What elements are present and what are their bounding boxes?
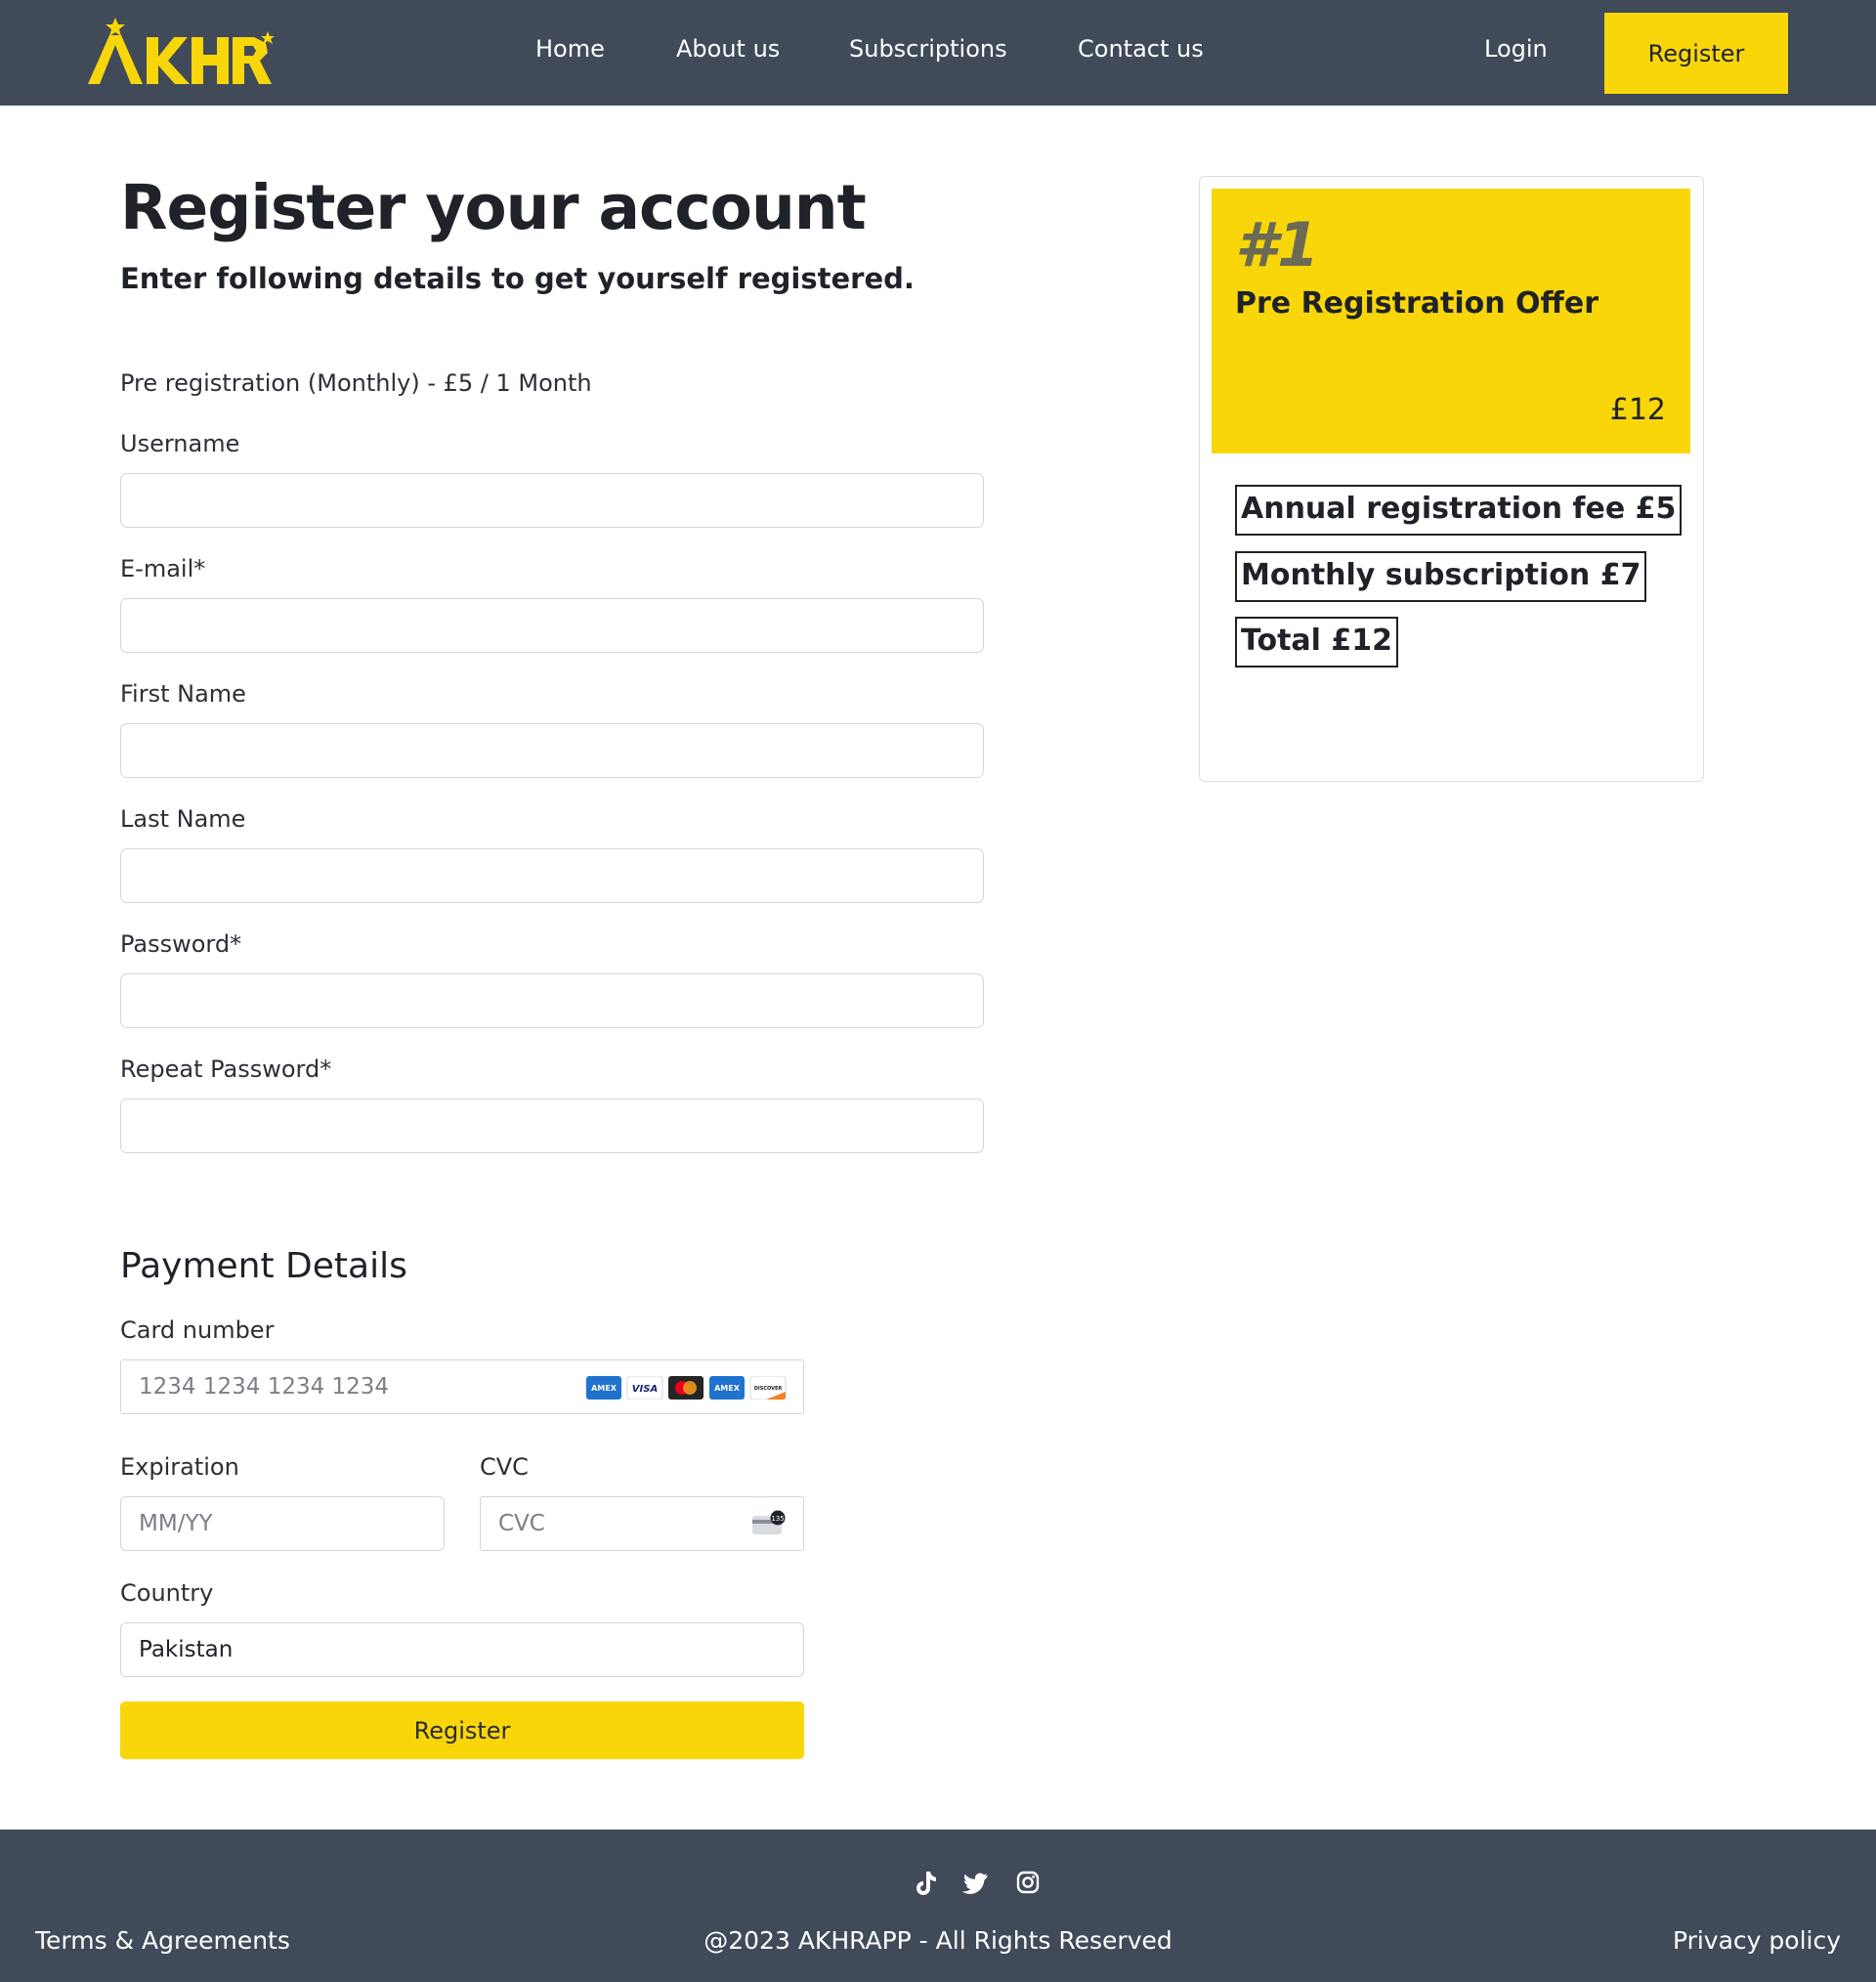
offer-price: £12 <box>1609 393 1666 427</box>
monthly-subscription-line: Monthly subscription £7 <box>1235 551 1647 602</box>
expiration-input[interactable] <box>120 1496 445 1551</box>
login-link[interactable]: Login <box>1484 35 1548 63</box>
svg-text:VISA: VISA <box>632 1384 658 1395</box>
mastercard-icon <box>668 1376 704 1400</box>
page-title: Register your account <box>120 172 867 243</box>
username-input[interactable] <box>120 473 984 528</box>
register-submit-button[interactable]: Register <box>120 1702 804 1759</box>
first-name-label: First Name <box>120 680 246 708</box>
page-subtitle: Enter following details to get yourself … <box>120 262 915 295</box>
offer-rank: #1 <box>1235 209 1320 280</box>
offer-title: Pre Registration Offer <box>1235 286 1599 321</box>
privacy-policy-link[interactable]: Privacy policy <box>1673 1926 1841 1955</box>
annual-fee-line: Annual registration fee £5 <box>1235 485 1683 536</box>
last-name-label: Last Name <box>120 805 246 833</box>
card-brand-icons: AMEX VISA AMEX DISCOVER <box>586 1376 787 1400</box>
password-label: Password* <box>120 930 242 958</box>
cvc-card-icon: 135 <box>752 1510 786 1534</box>
site-footer <box>0 1830 1876 1982</box>
svg-text:DISCOVER: DISCOVER <box>754 1386 783 1392</box>
nav-subscriptions[interactable]: Subscriptions <box>849 35 1007 63</box>
expiration-label: Expiration <box>120 1453 239 1481</box>
tiktok-icon[interactable] <box>909 1867 940 1898</box>
amex-icon: AMEX <box>709 1376 745 1400</box>
nav-home[interactable]: Home <box>535 35 605 63</box>
cvc-label: CVC <box>480 1453 529 1481</box>
last-name-input[interactable] <box>120 848 984 903</box>
instagram-icon[interactable] <box>1012 1867 1044 1898</box>
repeat-password-input[interactable] <box>120 1099 984 1153</box>
first-name-input[interactable] <box>120 723 984 778</box>
password-input[interactable] <box>120 973 984 1028</box>
country-select[interactable] <box>120 1622 804 1677</box>
repeat-password-label: Repeat Password* <box>120 1056 332 1083</box>
nav-about-us[interactable]: About us <box>676 35 780 63</box>
card-number-label: Card number <box>120 1316 275 1344</box>
svg-text:135: 135 <box>771 1515 784 1523</box>
nav-contact-us[interactable]: Contact us <box>1078 35 1204 63</box>
terms-link[interactable]: Terms & Agreements <box>35 1926 290 1955</box>
total-line: Total £12 <box>1235 617 1399 668</box>
email-input[interactable] <box>120 598 984 653</box>
payment-details-heading: Payment Details <box>120 1246 407 1286</box>
email-label: E-mail* <box>120 555 206 582</box>
svg-text:AMEX: AMEX <box>714 1384 741 1393</box>
username-label: Username <box>120 430 240 457</box>
selected-plan-text: Pre registration (Monthly) - £5 / 1 Mont… <box>120 369 592 397</box>
discover-icon: DISCOVER <box>749 1376 787 1400</box>
header-register-button[interactable]: Register <box>1604 13 1788 94</box>
twitter-icon[interactable] <box>960 1867 992 1898</box>
akhr-logo[interactable] <box>86 14 281 92</box>
copyright-text: @2023 AKHRAPP - All Rights Reserved <box>704 1926 1172 1955</box>
visa-icon: VISA <box>626 1376 663 1400</box>
svg-text:AMEX: AMEX <box>591 1384 618 1393</box>
amex-icon: AMEX <box>586 1376 621 1400</box>
country-label: Country <box>120 1579 214 1607</box>
